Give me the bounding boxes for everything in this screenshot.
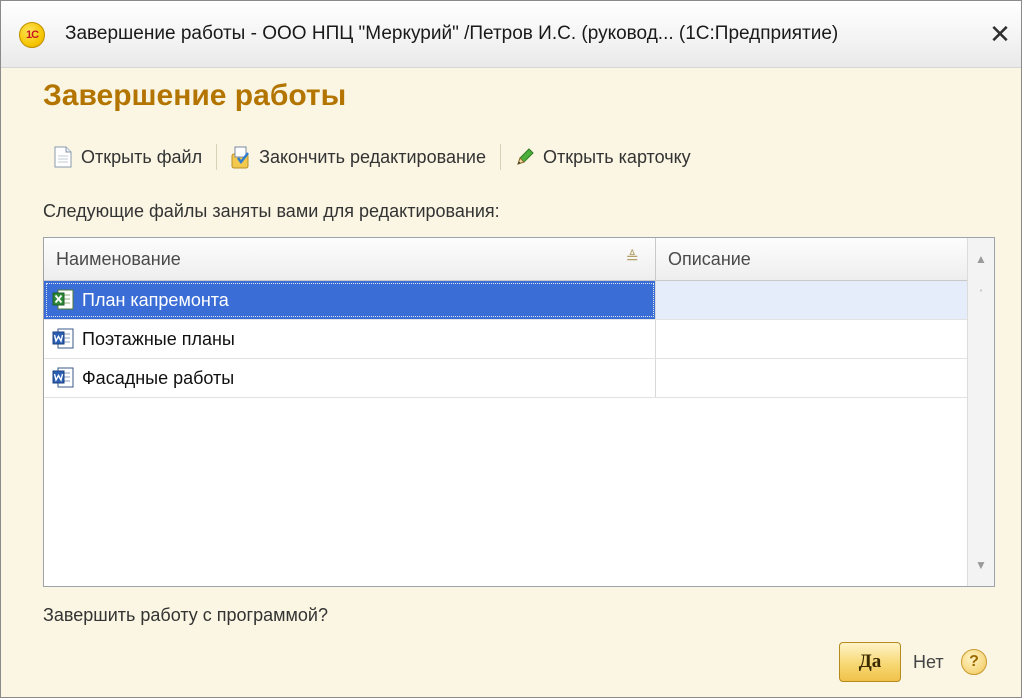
- scroll-down-arrow-icon[interactable]: ▼: [968, 548, 994, 582]
- finish-editing-label: Закончить редактирование: [259, 146, 486, 167]
- toolbar: Открыть файл Закончить редактирование От…: [47, 139, 697, 175]
- file-name: Фасадные работы: [82, 368, 235, 388]
- app-logo-icon: 1С: [19, 22, 45, 48]
- column-header-description[interactable]: Описание: [656, 238, 968, 280]
- excel-file-icon: [52, 289, 74, 310]
- table-cell-name[interactable]: Фасадные работы: [44, 359, 656, 397]
- open-card-button[interactable]: Открыть карточку: [509, 140, 697, 174]
- files-table: Наименование ≜ Описание План капремонта …: [43, 237, 995, 587]
- table-cell-name[interactable]: Поэтажные планы: [44, 320, 656, 358]
- dialog-window: 1С Завершение работы - ООО НПЦ "Меркурий…: [0, 0, 1022, 698]
- finish-editing-icon: [229, 144, 253, 170]
- table-cell-description[interactable]: [656, 320, 968, 358]
- sort-icon: ≜: [625, 250, 639, 267]
- table-cell-description[interactable]: [656, 359, 968, 397]
- word-file-icon: [52, 367, 74, 388]
- window-title: Завершение работы - ООО НПЦ "Меркурий" /…: [65, 23, 839, 44]
- form-title: Завершение работы: [43, 79, 347, 112]
- document-icon: [51, 144, 75, 170]
- table-cell-description[interactable]: [656, 281, 968, 319]
- title-bar[interactable]: 1С Завершение работы - ООО НПЦ "Меркурий…: [1, 1, 1021, 68]
- table-cell-name[interactable]: План капремонта: [44, 281, 656, 319]
- file-name: Поэтажные планы: [82, 329, 235, 349]
- scroll-thumb[interactable]: ▪: [971, 280, 991, 300]
- column-header-description-label: Описание: [668, 249, 751, 269]
- table-row[interactable]: План капремонта: [44, 281, 968, 320]
- column-header-name-label: Наименование: [56, 249, 181, 269]
- exit-question-label: Завершить работу с программой?: [43, 605, 328, 625]
- help-icon[interactable]: ?: [961, 649, 987, 675]
- finish-editing-button[interactable]: Закончить редактирование: [225, 140, 492, 174]
- vertical-scrollbar[interactable]: ▲ ▪ ▼: [967, 238, 994, 586]
- no-button[interactable]: Нет: [907, 642, 950, 682]
- files-prompt-label: Следующие файлы заняты вами для редактир…: [43, 201, 500, 221]
- toolbar-separator: [216, 144, 218, 170]
- file-name: План капремонта: [82, 290, 229, 310]
- table-body: План капремонта Поэтажные планы Фасадные…: [44, 281, 968, 398]
- close-button[interactable]: ✕: [983, 17, 1017, 51]
- yes-button[interactable]: Да: [839, 642, 901, 682]
- table-row[interactable]: Фасадные работы: [44, 359, 968, 398]
- column-header-name[interactable]: Наименование ≜: [44, 238, 656, 280]
- open-card-label: Открыть карточку: [542, 146, 691, 167]
- open-file-label: Открыть файл: [81, 146, 203, 167]
- open-file-button[interactable]: Открыть файл: [47, 140, 208, 174]
- word-file-icon: [52, 328, 74, 349]
- table-header: Наименование ≜ Описание: [44, 238, 968, 281]
- scroll-up-arrow-icon[interactable]: ▲: [968, 242, 994, 276]
- toolbar-separator: [499, 144, 501, 170]
- pencil-icon: [513, 144, 537, 170]
- table-row[interactable]: Поэтажные планы: [44, 320, 968, 359]
